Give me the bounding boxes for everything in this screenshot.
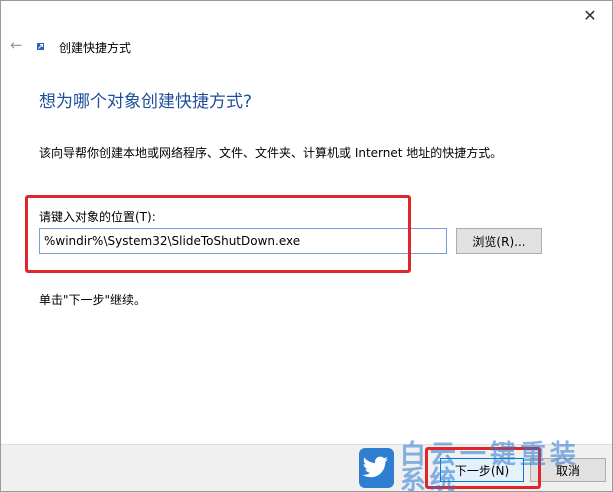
location-input[interactable] [39,228,447,254]
wizard-title: 创建快捷方式 [59,41,132,55]
wizard-description: 该向导帮你创建本地或网络程序、文件、文件夹、计算机或 Internet 地址的快… [39,146,503,160]
back-button[interactable]: ← [10,36,24,54]
create-shortcut-window: ✕ ← 创建快捷方式 想为哪个对象创建快捷方式? 该向导帮你创建本地或网络程序、… [0,0,613,492]
continue-hint: 单击"下一步"继续。 [39,293,147,307]
back-arrow-icon: ← [10,36,23,54]
location-label: 请键入对象的位置(T): [39,210,156,224]
browse-button[interactable]: 浏览(R)... [456,228,542,254]
page-heading: 想为哪个对象创建快捷方式? [39,92,253,112]
shortcut-icon [37,43,44,50]
close-button[interactable]: ✕ [576,5,604,27]
cancel-button[interactable]: 取消 [530,458,606,482]
next-button[interactable]: 下一步(N) [440,458,524,482]
close-icon: ✕ [583,6,597,25]
